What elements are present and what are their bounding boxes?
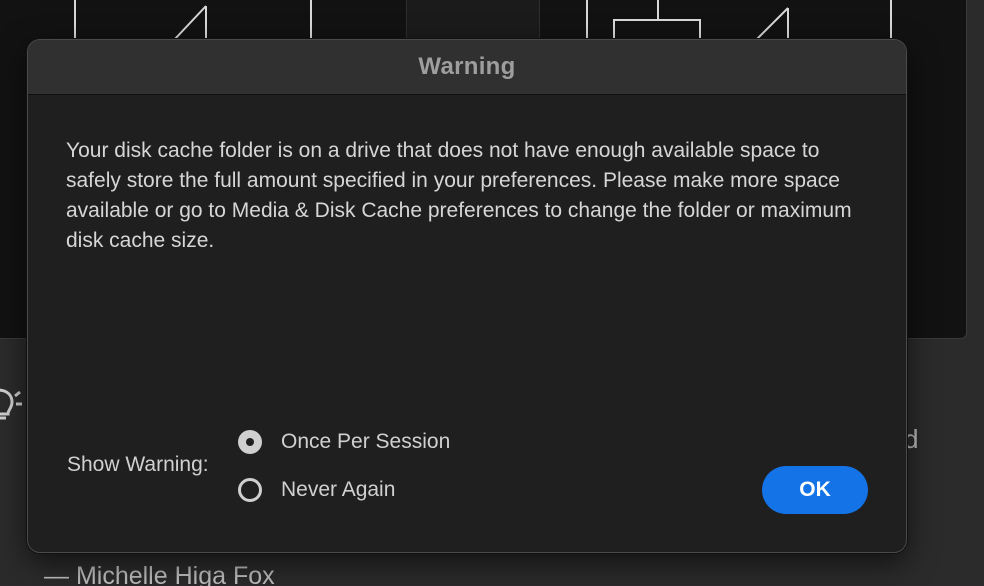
- show-warning-label: Show Warning:: [67, 453, 209, 476]
- ok-button[interactable]: OK: [762, 466, 868, 514]
- warning-message: Your disk cache folder is on a drive tha…: [66, 139, 852, 252]
- radio-once-per-session[interactable]: Once Per Session: [238, 427, 450, 457]
- radio-never-again[interactable]: Never Again: [238, 475, 395, 505]
- app-window: d — Michelle Higa Fox Warning Your disk …: [0, 0, 984, 586]
- warning-dialog: Warning Your disk cache folder is on a d…: [27, 39, 907, 553]
- dialog-title: Warning: [418, 53, 516, 80]
- radio-label-never-again: Never Again: [281, 478, 396, 501]
- radio-button-selected[interactable]: [238, 430, 262, 454]
- dialog-titlebar[interactable]: Warning: [28, 40, 906, 95]
- radio-button-unselected[interactable]: [238, 478, 262, 502]
- lightbulb-icon: [0, 388, 22, 420]
- background-author-credit: — Michelle Higa Fox: [44, 562, 275, 586]
- radio-label-once-per-session: Once Per Session: [281, 430, 451, 453]
